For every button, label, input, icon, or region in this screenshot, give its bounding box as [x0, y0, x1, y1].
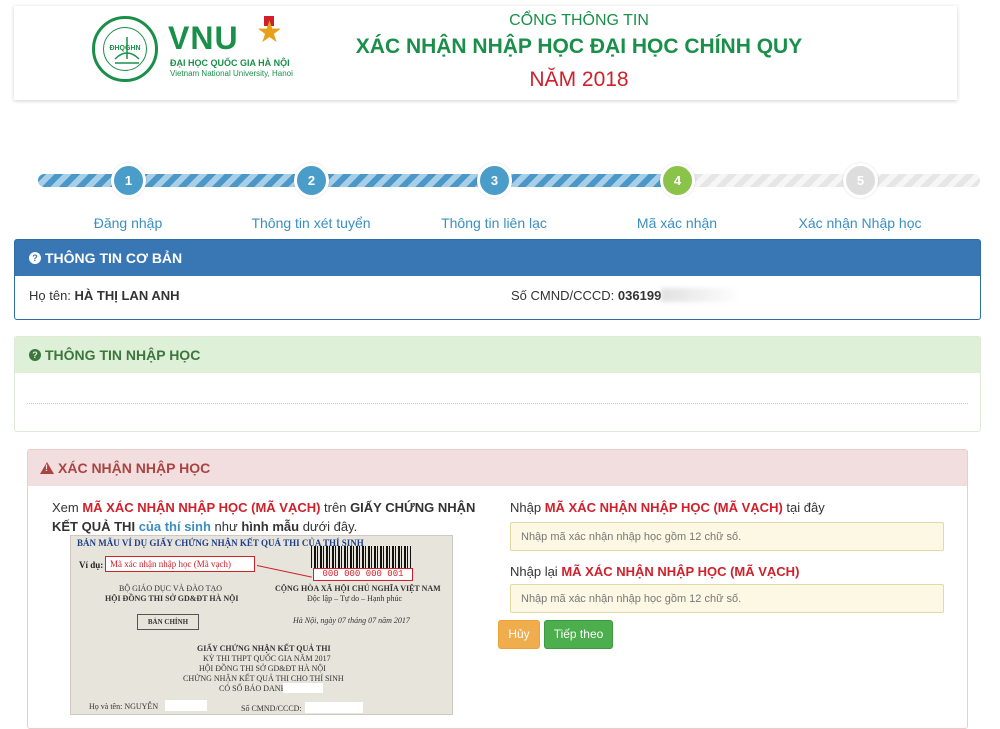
barcode-number: 000 000 000 001: [313, 568, 413, 581]
admission-info-panel: THÔNG TIN NHẬP HỌC: [14, 336, 981, 432]
cert-motto: Độc lập – Tự do – Hạnh phúc: [307, 594, 403, 603]
step-3-marker[interactable]: 3: [477, 163, 512, 198]
star-icon: ★: [256, 16, 283, 49]
cert-id-line: Số CMND/CCCD:: [241, 704, 302, 713]
instructions-text: Xem MÃ XÁC NHẬN NHẬP HỌC (MÃ VẠCH) trên …: [52, 500, 476, 534]
step-2-label[interactable]: Thông tin xét tuyển: [211, 215, 411, 231]
cancel-button[interactable]: Hủy: [498, 620, 540, 649]
cert-ministry: BỘ GIÁO DỤC VÀ ĐÀO TẠO: [119, 584, 223, 593]
admission-info-title: THÔNG TIN NHẬP HỌC: [45, 347, 201, 363]
warning-icon: [40, 462, 54, 474]
cert-exam: KỲ THI THPT QUỐC GIA NĂM 2017: [203, 654, 331, 663]
brand-name: VNU: [168, 20, 239, 56]
cert-title: GIẤY CHỨNG NHẬN KẾT QUẢ THI: [197, 644, 331, 653]
cert-council-2: HỘI ĐỒNG THI SỞ GD&ĐT HÀ NỘI: [199, 664, 326, 673]
brand-subtitle-vi: ĐẠI HỌC QUỐC GIA HÀ NỘI: [170, 58, 290, 68]
confirm-admission-panel: XÁC NHẬN NHẬP HỌC Xem MÃ XÁC NHẬN NHẬP H…: [27, 449, 968, 729]
pointer-line: [256, 565, 312, 578]
name-label: Họ tên:: [29, 288, 71, 303]
step-4-label[interactable]: Mã xác nhận: [577, 215, 777, 231]
step-3-label[interactable]: Thông tin liên lạc: [394, 215, 594, 231]
step-1-marker[interactable]: 1: [111, 163, 146, 198]
cert-name-line: Họ và tên: NGUYỄN: [89, 702, 159, 711]
question-circle-icon: [29, 349, 41, 361]
code-confirm-label: Nhập lại MÃ XÁC NHẬN NHẬP HỌC (MÃ VẠCH): [510, 564, 800, 579]
certificate-example-box: Mã xác nhận nhập học (Mã vạch): [105, 556, 255, 572]
basic-info-header: THÔNG TIN CƠ BẢN: [15, 240, 980, 276]
basic-info-panel: THÔNG TIN CƠ BẢN Họ tên: HÀ THỊ LAN ANH …: [14, 239, 981, 320]
question-circle-icon: [29, 252, 41, 264]
step-5-marker: 5: [843, 163, 878, 198]
page-title: XÁC NHẬN NHẬP HỌC ĐẠI HỌC CHÍNH QUY: [355, 35, 803, 58]
confirm-header: XÁC NHẬN NHẬP HỌC: [28, 450, 967, 486]
code-input[interactable]: [510, 522, 944, 551]
step-5-label: Xác nhận Nhập học: [798, 215, 922, 231]
code-confirm-input[interactable]: [510, 584, 944, 613]
barcode-icon: [311, 546, 411, 568]
id-value: 036199: [617, 288, 662, 303]
admission-info-header: THÔNG TIN NHẬP HỌC: [15, 337, 980, 373]
cert-republic: CỘNG HÒA XÃ HỘI CHỦ NGHĨA VIỆT NAM: [275, 584, 441, 593]
cert-certifies: CHỨNG NHẬN KẾT QUẢ THI CHO THÍ SINH: [183, 674, 344, 683]
name-value: HÀ THỊ LAN ANH: [74, 288, 180, 303]
step-1-label[interactable]: Đăng nhập: [28, 215, 228, 231]
cert-date: Hà Nội, ngày 07 tháng 07 năm 2017: [293, 616, 410, 625]
basic-info-body: Họ tên: HÀ THỊ LAN ANH Số CMND/CCCD: 036…: [15, 276, 980, 315]
brand-subtitle-en: Vietnam National University, Hanoi: [170, 69, 293, 78]
certificate-example-label: Ví dụ:: [79, 560, 104, 570]
divider: [27, 403, 968, 404]
step-4-marker[interactable]: 4: [660, 163, 695, 198]
next-button[interactable]: Tiếp theo: [544, 620, 613, 649]
logo-abbreviation: ĐHQGHN: [109, 45, 141, 52]
vnu-seal-logo: ĐHQGHN: [92, 16, 158, 82]
portal-title: CỔNG THÔNG TIN: [509, 12, 649, 29]
redacted-id-digits: [661, 288, 742, 302]
cert-council: HỘI ĐỒNG THI SỞ GD&ĐT HÀ NỘI: [105, 594, 239, 603]
cert-sbd: CÓ SỐ BÁO DANH:: [219, 684, 289, 693]
sample-certificate-image: BẢN MẪU VÍ DỤ GIẤY CHỨNG NHẬN KẾT QUẢ TH…: [70, 535, 453, 715]
year-title: NĂM 2018: [529, 68, 629, 91]
id-label: Số CMND/CCCD:: [511, 288, 615, 303]
code-input-label: Nhập MÃ XÁC NHẬN NHẬP HỌC (MÃ VẠCH) tại …: [510, 500, 825, 515]
basic-info-title: THÔNG TIN CƠ BẢN: [45, 250, 183, 266]
step-2-marker[interactable]: 2: [294, 163, 329, 198]
confirm-title: XÁC NHẬN NHẬP HỌC: [58, 460, 211, 476]
cert-copy-label: BẢN CHÍNH: [137, 614, 199, 630]
page-header: ĐHQGHN VNU ★ ĐẠI HỌC QUỐC GIA HÀ NỘI Vie…: [14, 6, 957, 100]
